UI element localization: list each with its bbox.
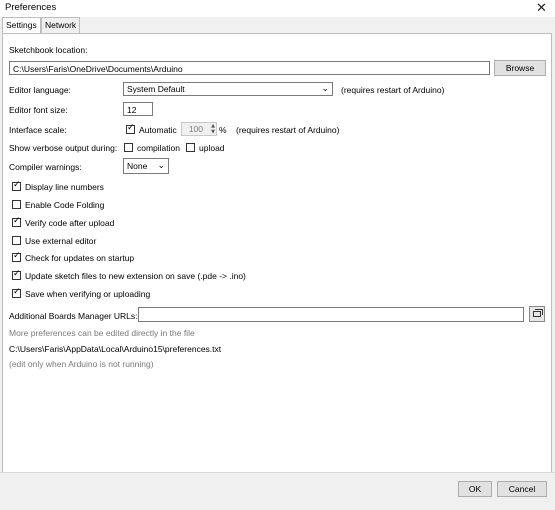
compiler-warnings-select[interactable]: None ⌄ [123, 158, 169, 174]
tab-network[interactable]: Network [41, 17, 81, 33]
boards-manager-label: Additional Boards Manager URLs: [9, 311, 138, 321]
enable-code-folding-label: Enable Code Folding [25, 200, 105, 210]
verify-code-after-upload-label: Verify code after upload [25, 218, 115, 228]
window-title: Preferences [5, 2, 57, 13]
editor-language-label: Editor language: [9, 85, 71, 95]
editor-language-value: System Default [127, 84, 185, 94]
chevron-down-icon: ⌄ [157, 161, 165, 171]
update-sketch-extension-label: Update sketch files to new extension on … [25, 271, 246, 281]
enable-code-folding-checkbox[interactable] [12, 200, 21, 209]
compiler-warnings-label: Compiler warnings: [9, 162, 82, 172]
browse-button[interactable]: Browse [494, 60, 546, 76]
use-external-editor-label: Use external editor [25, 236, 97, 246]
display-line-numbers-checkbox[interactable] [12, 180, 21, 191]
compiler-warnings-value: None [127, 161, 148, 171]
divider [0, 472, 555, 473]
more-preferences-text: More preferences can be edited directly … [9, 328, 195, 338]
interface-scale-spinner: 100 ▲ ▼ [181, 122, 217, 136]
interface-scale-label: Interface scale: [9, 125, 67, 135]
window-expand-icon[interactable] [529, 306, 545, 322]
save-when-verifying-checkbox[interactable] [12, 287, 21, 298]
check-for-updates-checkbox[interactable] [12, 251, 21, 262]
upload-checkbox[interactable] [186, 143, 195, 152]
save-when-verifying-label: Save when verifying or uploading [25, 289, 151, 299]
automatic-checkbox[interactable] [126, 123, 135, 134]
automatic-label: Automatic [139, 125, 177, 135]
use-external-editor-checkbox[interactable] [12, 236, 21, 245]
sketchbook-label: Sketchbook location: [9, 45, 88, 55]
interface-scale-unit: % [219, 125, 227, 135]
preferences-file-path: C:\Users\Faris\AppData\Local\Arduino15\p… [9, 344, 222, 354]
tab-settings[interactable]: Settings [2, 17, 41, 33]
cancel-button[interactable]: Cancel [497, 481, 547, 497]
sketchbook-path-input[interactable]: C:\Users\Faris\OneDrive\Documents\Arduin… [9, 61, 490, 75]
check-for-updates-label: Check for updates on startup [25, 253, 135, 263]
interface-scale-note: (requires restart of Arduino) [236, 125, 340, 135]
boards-manager-url-input[interactable] [138, 307, 524, 322]
interface-scale-value: 100 [188, 124, 203, 134]
editor-font-size-input[interactable]: 12 [123, 102, 153, 116]
chevron-down-icon: ⌄ [321, 84, 329, 94]
title-bar [0, 0, 555, 17]
compilation-label: compilation [137, 143, 180, 153]
update-sketch-extension-checkbox[interactable] [12, 269, 21, 280]
spinner-arrows-icon: ▲ ▼ [211, 123, 215, 135]
verbose-label: Show verbose output during: [9, 143, 118, 153]
verify-code-after-upload-checkbox[interactable] [12, 216, 21, 227]
compilation-checkbox[interactable] [124, 143, 133, 152]
editor-language-note: (requires restart of Arduino) [341, 85, 445, 95]
editor-font-size-label: Editor font size: [9, 105, 68, 115]
edit-note-text: (edit only when Arduino is not running) [9, 359, 154, 369]
editor-language-select[interactable]: System Default ⌄ [123, 82, 333, 96]
display-line-numbers-label: Display line numbers [25, 182, 104, 192]
ok-button[interactable]: OK [458, 481, 492, 497]
close-icon[interactable]: ✕ [536, 0, 547, 16]
upload-label: upload [199, 143, 225, 153]
